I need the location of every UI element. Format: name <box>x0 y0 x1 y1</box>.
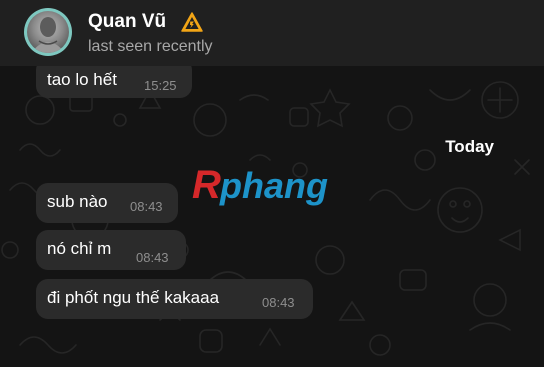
contact-status: last seen recently <box>88 38 213 55</box>
rphang-watermark-logo: R phang <box>192 163 328 207</box>
watermark-r: R <box>192 163 221 207</box>
profile-photo-icon <box>27 11 69 53</box>
message-time: 08:43 <box>130 199 163 214</box>
chat-header[interactable]: Quan Vũ last seen recently <box>0 0 544 66</box>
watermark-text: phang <box>219 165 328 206</box>
message-time: 15:25 <box>144 78 177 93</box>
chat-background: Quan Vũ last seen recently tao lo hết 15… <box>0 0 544 367</box>
message-time: 08:43 <box>136 250 169 265</box>
message-text: đi phốt ngu thế kakaaa <box>47 288 220 307</box>
warning-icon <box>181 12 203 32</box>
message-bubble[interactable]: đi phốt ngu thế kakaaa 08:43 <box>36 279 313 319</box>
message-bubble[interactable]: sub nào 08:43 <box>36 183 178 223</box>
avatar[interactable] <box>24 8 72 56</box>
message-text: sub nào <box>47 192 108 211</box>
message-time: 08:43 <box>262 295 295 310</box>
message-bubble[interactable]: nó chỉ m 08:43 <box>36 230 186 270</box>
message-text: tao lo hết <box>47 70 117 89</box>
date-separator: Today <box>445 137 494 156</box>
contact-name[interactable]: Quan Vũ <box>88 11 166 33</box>
message-text: nó chỉ m <box>47 239 112 258</box>
